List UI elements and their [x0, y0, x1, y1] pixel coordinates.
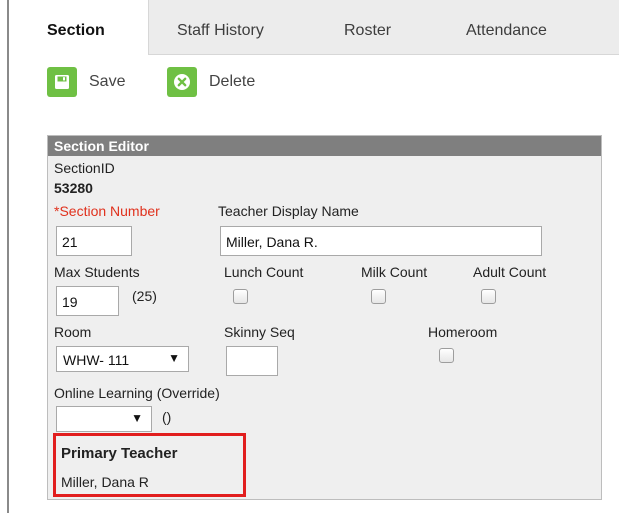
delete-label: Delete [209, 73, 256, 90]
section-number-label: *Section Number [54, 203, 160, 219]
section-number-field[interactable]: 21 [56, 226, 132, 256]
tab-roster[interactable]: Roster [344, 0, 391, 55]
delete-button[interactable]: Delete [167, 67, 255, 97]
online-learning-note: () [162, 409, 172, 425]
room-select[interactable]: WHW- 111 ▼ [56, 346, 189, 372]
skinny-seq-field[interactable] [226, 346, 278, 376]
milk-count-checkbox[interactable] [371, 289, 386, 304]
max-students-field[interactable]: 19 [56, 286, 119, 316]
adult-count-checkbox[interactable] [481, 289, 496, 304]
max-students-capacity: (25) [132, 288, 157, 304]
skinny-seq-label: Skinny Seq [224, 324, 295, 340]
max-students-label: Max Students [54, 264, 140, 280]
lunch-count-label: Lunch Count [224, 264, 304, 280]
tab-staff-history[interactable]: Staff History [177, 0, 264, 55]
tab-section[interactable]: Section [9, 0, 149, 55]
tab-attendance[interactable]: Attendance [466, 0, 547, 55]
save-label: Save [89, 73, 126, 90]
online-learning-select[interactable]: ▼ [56, 406, 152, 432]
section-editor-title: Section Editor [48, 136, 601, 156]
teacher-display-name-label: Teacher Display Name [218, 203, 359, 219]
dropdown-arrow-icon: ▼ [168, 351, 180, 365]
homeroom-label: Homeroom [428, 324, 498, 340]
milk-count-label: Milk Count [361, 264, 428, 280]
section-id-value: 53280 [54, 180, 93, 196]
room-select-value: WHW- 111 [63, 352, 130, 368]
save-button[interactable]: Save [47, 67, 125, 97]
section-id-label: SectionID [54, 160, 115, 176]
homeroom-checkbox[interactable] [439, 348, 454, 363]
save-disk-icon [47, 67, 77, 97]
online-learning-label: Online Learning (Override) [54, 385, 220, 401]
adult-count-label: Adult Count [473, 264, 547, 280]
primary-teacher-highlight-box [53, 433, 246, 497]
room-label: Room [54, 324, 92, 340]
toolbar: Save Delete [9, 55, 619, 130]
dropdown-arrow-icon: ▼ [131, 411, 143, 425]
tab-bar: Section Staff History Roster Attendance [9, 0, 619, 55]
lunch-count-checkbox[interactable] [233, 289, 248, 304]
teacher-display-name-field[interactable]: Miller, Dana R. [220, 226, 542, 256]
delete-x-icon [167, 67, 197, 97]
